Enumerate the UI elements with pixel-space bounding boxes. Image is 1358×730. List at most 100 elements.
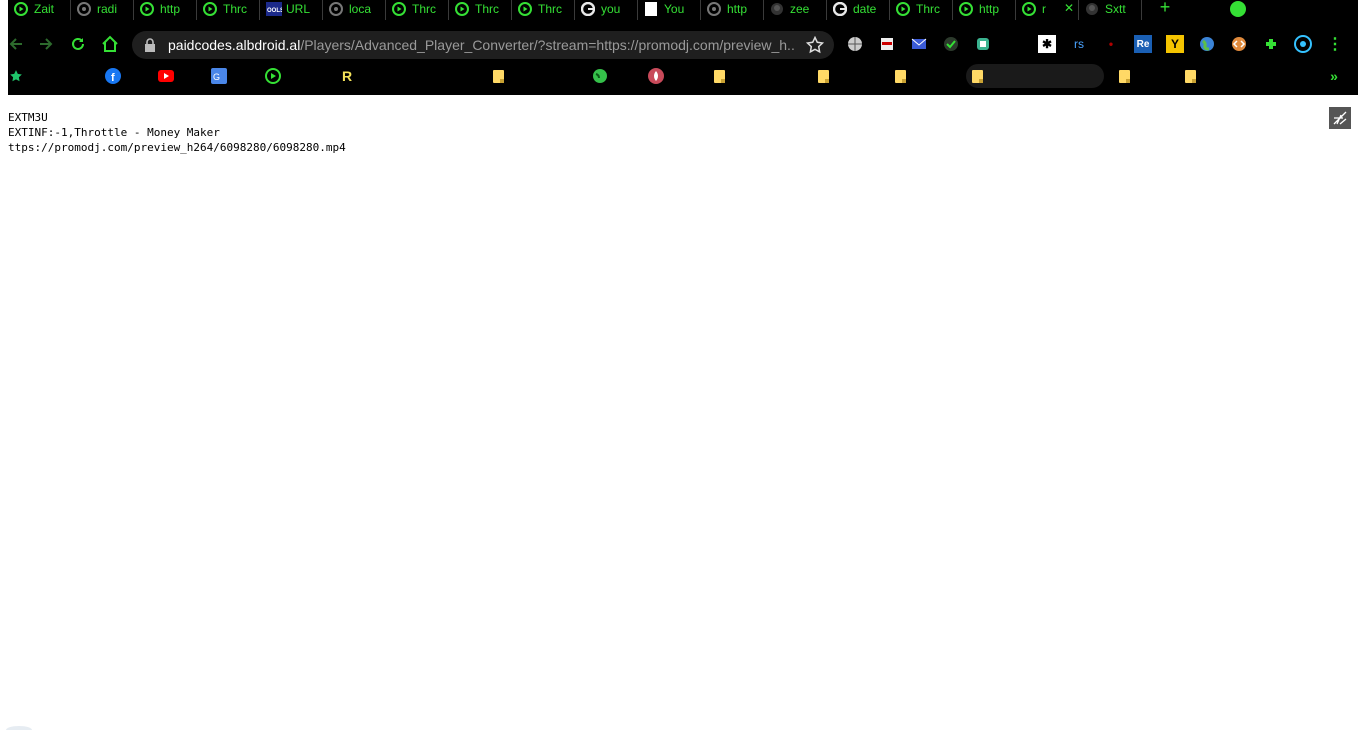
bookmark-folder-icon[interactable] bbox=[815, 68, 831, 84]
mask-extension-icon[interactable] bbox=[878, 35, 896, 53]
play-circle-icon bbox=[1022, 2, 1036, 16]
lock-icon bbox=[145, 38, 155, 52]
bookmark-star-icon[interactable] bbox=[8, 68, 24, 84]
tab[interactable]: Thrc bbox=[512, 0, 575, 20]
tab-label: loca bbox=[349, 2, 372, 16]
tab-label: date bbox=[853, 2, 877, 16]
tab-label: Thrc bbox=[916, 2, 940, 16]
red-dot-extension-icon[interactable]: • bbox=[1102, 35, 1120, 53]
address-bar[interactable]: paidcodes.albdroid.al/Players/Advanced_P… bbox=[132, 31, 834, 59]
bookmark-play-icon[interactable] bbox=[265, 68, 281, 84]
tab[interactable]: zee bbox=[764, 0, 827, 20]
bookmark-folder-icon[interactable] bbox=[892, 68, 908, 84]
tab-strip: Zait radi http Thrc OOLS URL loca Thrc Thrc Thrc y… bbox=[8, 0, 1358, 20]
y-extension-icon[interactable]: Y bbox=[1166, 35, 1184, 53]
mail-extension-icon[interactable] bbox=[910, 35, 928, 53]
tab[interactable]: Thrc bbox=[386, 0, 449, 20]
tab[interactable]: You bbox=[638, 0, 701, 20]
m3u-header-line: EXTM3U bbox=[8, 111, 48, 124]
tab-label: http bbox=[727, 2, 748, 16]
close-tab-icon[interactable]: ✕ bbox=[1064, 1, 1074, 15]
tab[interactable]: Thrc bbox=[890, 0, 953, 20]
bookmark-folder-icon[interactable] bbox=[711, 68, 727, 84]
tab[interactable]: Thrc bbox=[197, 0, 260, 20]
bookmark-facebook-icon[interactable]: f bbox=[105, 68, 121, 84]
url-path: /Players/Advanced_Player_Converter/?stre… bbox=[300, 37, 796, 53]
bookmark-youtube-icon[interactable] bbox=[158, 68, 174, 84]
tab-label: you bbox=[601, 2, 621, 16]
globe-extension-icon[interactable] bbox=[846, 35, 864, 53]
url-text[interactable]: paidcodes.albdroid.al/Players/Advanced_P… bbox=[168, 37, 796, 53]
tab[interactable]: r ✕ bbox=[1016, 0, 1079, 20]
back-icon[interactable] bbox=[8, 32, 28, 56]
white-page-icon bbox=[644, 2, 658, 16]
tab[interactable]: Sxtt bbox=[1079, 0, 1142, 20]
extension-overlay-icon[interactable] bbox=[1329, 107, 1351, 129]
bookmark-folder-icon[interactable] bbox=[966, 64, 1104, 88]
android-extension-icon[interactable] bbox=[974, 35, 992, 53]
tab-label: Sxtt bbox=[1105, 2, 1126, 16]
google-icon bbox=[580, 1, 596, 17]
play-circle-icon bbox=[455, 2, 469, 16]
svg-text:f: f bbox=[111, 72, 115, 84]
play-circle-icon bbox=[518, 2, 532, 16]
new-tab-button[interactable]: + bbox=[1150, 0, 1180, 20]
bookmarks-bar: f G R » bbox=[8, 64, 1358, 90]
tab[interactable]: http bbox=[953, 0, 1016, 20]
tab-label: radi bbox=[97, 2, 118, 16]
bookmark-folder-icon[interactable] bbox=[1182, 68, 1198, 84]
bookmark-globe-icon[interactable] bbox=[592, 68, 608, 84]
menu-kebab-icon[interactable]: ⋮ bbox=[1326, 35, 1344, 53]
earth-extension-icon[interactable] bbox=[1198, 35, 1216, 53]
tab-label: http bbox=[160, 2, 181, 16]
globe-gray-icon bbox=[707, 2, 721, 16]
code-extension-icon[interactable] bbox=[1230, 35, 1248, 53]
tab[interactable]: date bbox=[827, 0, 890, 20]
bookmark-r-icon[interactable]: R bbox=[339, 68, 355, 84]
play-circle-icon bbox=[203, 2, 217, 16]
re-extension-icon[interactable]: Re bbox=[1134, 35, 1152, 53]
bookmark-star-icon[interactable] bbox=[806, 36, 824, 54]
google-icon bbox=[832, 1, 848, 17]
m3u-url-line: ttps://promodj.com/preview_h264/6098280/… bbox=[8, 141, 346, 154]
tab[interactable]: you bbox=[575, 0, 638, 20]
tab[interactable]: loca bbox=[323, 0, 386, 20]
tab-label: http bbox=[979, 2, 1000, 16]
bookmark-google-translate-icon[interactable]: G bbox=[211, 68, 227, 84]
tab-label: Thrc bbox=[223, 2, 247, 16]
tab[interactable]: http bbox=[701, 0, 764, 20]
forward-icon[interactable] bbox=[34, 32, 58, 56]
browser-chrome: Zait radi http Thrc OOLS URL loca Thrc Thrc Thrc y… bbox=[8, 0, 1358, 95]
play-circle-icon bbox=[392, 2, 406, 16]
tab[interactable]: Zait bbox=[8, 0, 71, 20]
svg-text:OOLS: OOLS bbox=[267, 8, 282, 14]
tab[interactable]: radi bbox=[71, 0, 134, 20]
target-extension-icon[interactable] bbox=[1294, 35, 1312, 53]
github-icon bbox=[1085, 2, 1099, 16]
tab-label: Thrc bbox=[538, 2, 562, 16]
check-extension-icon[interactable] bbox=[942, 35, 960, 53]
tab[interactable]: Thrc bbox=[449, 0, 512, 20]
bookmarks-overflow-icon[interactable]: » bbox=[1326, 68, 1342, 84]
tab-label: You bbox=[664, 2, 685, 16]
home-icon[interactable] bbox=[98, 32, 122, 56]
reload-icon[interactable] bbox=[66, 32, 90, 56]
tab[interactable]: http bbox=[134, 0, 197, 20]
tab-label: zee bbox=[790, 2, 810, 16]
asterisk-extension-icon[interactable]: ✱ bbox=[1038, 35, 1056, 53]
m3u-extinf-line: EXTINF:-1,Throttle - Money Maker bbox=[8, 126, 220, 139]
bottom-widget[interactable] bbox=[6, 726, 32, 730]
puzzle-extensions-icon[interactable] bbox=[1262, 35, 1280, 53]
tools-icon: OOLS bbox=[266, 2, 284, 16]
bookmark-fire-icon[interactable] bbox=[648, 68, 664, 84]
svg-text:G: G bbox=[213, 72, 220, 82]
url-host: paidcodes.albdroid.al bbox=[168, 37, 301, 53]
play-circle-icon bbox=[959, 2, 973, 16]
bookmark-folder-icon[interactable] bbox=[1116, 68, 1132, 84]
profile-icon[interactable] bbox=[1230, 1, 1246, 17]
play-circle-icon bbox=[14, 2, 28, 16]
bookmark-folder-icon[interactable] bbox=[490, 68, 506, 84]
play-circle-icon bbox=[140, 2, 154, 16]
tab[interactable]: OOLS URL bbox=[260, 0, 323, 20]
rs-extension-icon[interactable]: rs bbox=[1070, 35, 1088, 53]
